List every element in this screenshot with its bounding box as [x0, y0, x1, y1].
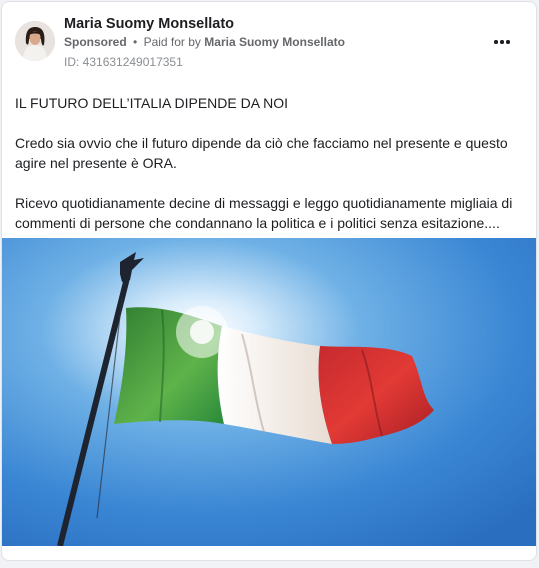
more-options-icon — [494, 40, 498, 44]
more-options-icon — [500, 40, 504, 44]
ad-image[interactable] — [2, 238, 536, 547]
post-body: IL FUTURO DELL’ITALIA DIPENDE DA NOI Cre… — [15, 93, 527, 253]
post-paragraph: Ricevo quotidianamente decine di messagg… — [15, 195, 513, 231]
sponsored-line: Sponsored • Paid for by Maria Suomy Mons… — [64, 35, 345, 49]
separator-dot: • — [133, 35, 138, 49]
avatar-image — [15, 21, 55, 61]
paid-for-prefix: Paid for by — [143, 35, 201, 49]
avatar[interactable] — [15, 21, 55, 61]
paid-for-name[interactable]: Maria Suomy Monsellato — [204, 35, 345, 49]
sponsored-label: Sponsored — [64, 35, 127, 49]
post-headline: IL FUTURO DELL’ITALIA DIPENDE DA NOI — [15, 95, 289, 111]
author-name[interactable]: Maria Suomy Monsellato — [64, 16, 234, 32]
post-header: Maria Suomy Monsellato Sponsored • Paid … — [2, 2, 536, 82]
ad-card: Maria Suomy Monsellato Sponsored • Paid … — [1, 1, 537, 561]
italian-flag-icon — [2, 238, 536, 547]
post-paragraph: Credo sia ovvio che il futuro dipende da… — [15, 135, 508, 171]
more-options-icon — [506, 40, 510, 44]
ad-id: ID: 431631249017351 — [64, 55, 183, 69]
more-options-button[interactable] — [490, 32, 514, 52]
